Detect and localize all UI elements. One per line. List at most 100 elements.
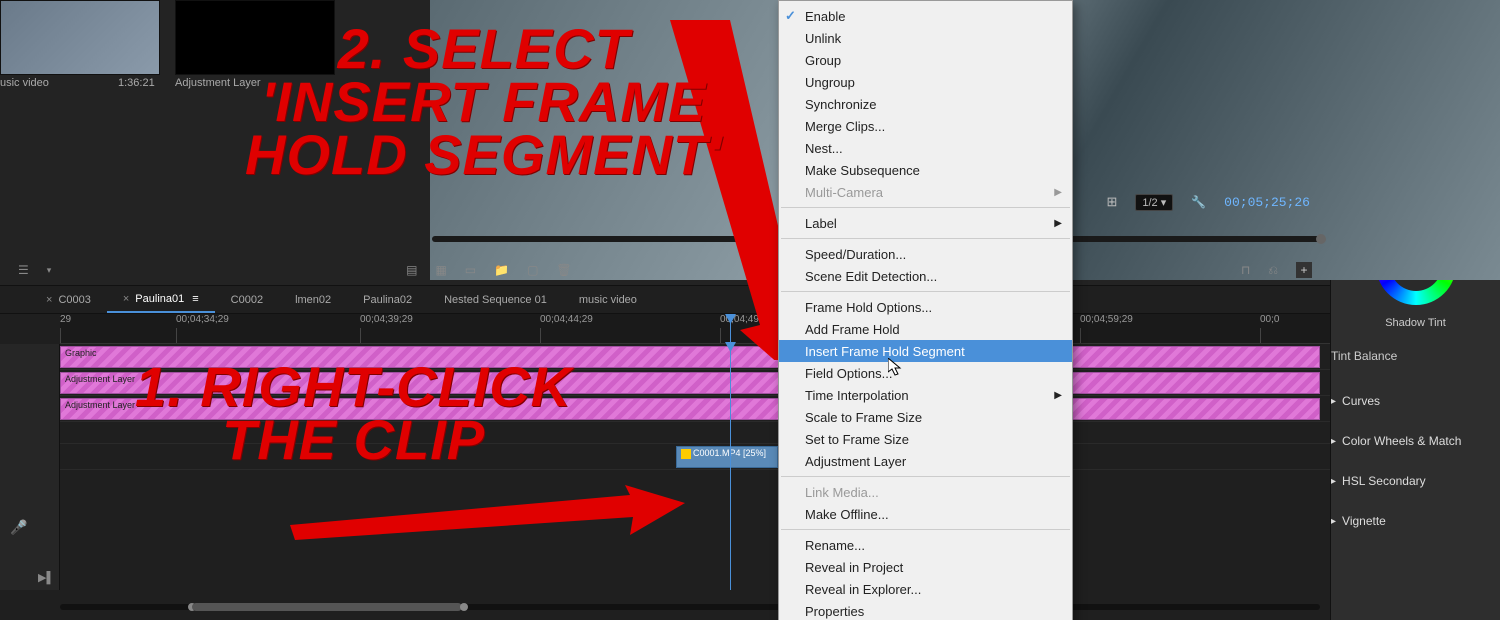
submenu-arrow-icon: ▶: [1054, 218, 1062, 229]
app-root: Intensity ▾Adjustments Faded Film Sharpe…: [0, 0, 1500, 620]
cwm-label: Color Wheels & Match: [1342, 434, 1461, 448]
tab-label: Paulina01: [135, 293, 184, 305]
shadow-tint-label: Shadow Tint: [1331, 317, 1500, 329]
tab-label: C0003: [58, 294, 90, 306]
menu-item-label: Multi-Camera: [805, 185, 883, 200]
trash-icon[interactable]: 🗑: [556, 263, 571, 277]
ruler-label: 00;04;59;29: [1080, 314, 1133, 325]
menu-item[interactable]: Make Subsequence: [779, 159, 1072, 181]
menu-item[interactable]: ✓Enable: [779, 5, 1072, 27]
menu-item-label: Label: [805, 216, 837, 231]
tab-label: music video: [579, 294, 637, 306]
menu-item[interactable]: Synchronize: [779, 93, 1072, 115]
playhead-line: [730, 342, 731, 590]
menu-item[interactable]: Unlink: [779, 27, 1072, 49]
fit-icon[interactable]: ⊞: [1106, 194, 1117, 210]
menu-item-label: Set to Frame Size: [805, 432, 909, 447]
bin-thumb-1-label: usic video: [0, 77, 49, 89]
monitor-scrubber-end[interactable]: [1316, 234, 1326, 244]
fx-badge-icon: [681, 449, 691, 459]
menu-item[interactable]: Frame Hold Options...: [779, 296, 1072, 318]
tab-close-icon[interactable]: ×: [123, 293, 129, 305]
menu-item[interactable]: Scene Edit Detection...: [779, 265, 1072, 287]
timeline-tab[interactable]: × C0003: [30, 286, 107, 313]
timeline-h-scrollbar[interactable]: [60, 604, 1320, 610]
menu-item[interactable]: Adjustment Layer: [779, 450, 1072, 472]
bin-thumb-1-duration: 1:36:21: [118, 77, 155, 89]
fx-caret-icon: ▸: [1331, 396, 1336, 407]
timeline-tab[interactable]: × Paulina01 ≡: [107, 286, 215, 313]
end-nav-icon[interactable]: ▶▌: [38, 571, 54, 584]
menu-item-label: Properties: [805, 604, 864, 619]
dropdown-icon[interactable]: ▾: [47, 265, 52, 276]
snap-icon[interactable]: ⊓: [1241, 263, 1250, 277]
zoom-select[interactable]: 1/2 ▾: [1135, 194, 1173, 211]
annotation-step-1: 1. RIGHT-CLICKTHE CLIP: [135, 360, 572, 466]
menu-item[interactable]: Scale to Frame Size: [779, 406, 1072, 428]
menu-item-label: Make Subsequence: [805, 163, 920, 178]
menu-item-label: Merge Clips...: [805, 119, 885, 134]
timeline-tab[interactable]: Paulina02: [347, 286, 428, 313]
add-icon[interactable]: +: [1296, 262, 1312, 278]
menu-separator: [781, 291, 1070, 292]
tab-menu-icon[interactable]: ≡: [192, 293, 198, 305]
menu-item[interactable]: Speed/Duration...: [779, 243, 1072, 265]
menu-item-label: Unlink: [805, 31, 841, 46]
wrench-icon[interactable]: 🔧: [1191, 195, 1206, 209]
vignette-label: Vignette: [1342, 514, 1386, 528]
ruler-label: 00;0: [1260, 314, 1279, 325]
menu-item[interactable]: Merge Clips...: [779, 115, 1072, 137]
menu-item[interactable]: Nest...: [779, 137, 1072, 159]
menu-item-label: Scale to Frame Size: [805, 410, 922, 425]
menu-item-label: Insert Frame Hold Segment: [805, 344, 965, 359]
mic-icon[interactable]: 🎤: [10, 519, 27, 536]
tab-label: Nested Sequence 01: [444, 294, 547, 306]
menu-item[interactable]: Group: [779, 49, 1072, 71]
menu-item[interactable]: Reveal in Explorer...: [779, 578, 1072, 600]
menu-item[interactable]: Make Offline...: [779, 503, 1072, 525]
menu-item-label: Synchronize: [805, 97, 877, 112]
tab-label: lmen02: [295, 294, 331, 306]
tint-balance-label: Tint Balance: [1331, 349, 1397, 363]
link-icon[interactable]: ⎌: [1268, 263, 1278, 278]
hsl-label: HSL Secondary: [1342, 474, 1426, 488]
menu-item-label: Enable: [805, 9, 845, 24]
menu-item[interactable]: Reveal in Project: [779, 556, 1072, 578]
track-audio-area[interactable]: [60, 470, 1330, 530]
menu-item[interactable]: Ungroup: [779, 71, 1072, 93]
new-item-icon[interactable]: ▢: [527, 263, 538, 277]
menu-item[interactable]: Time Interpolation▶: [779, 384, 1072, 406]
timeline-tab[interactable]: C0002: [215, 286, 279, 313]
menu-item[interactable]: Set to Frame Size: [779, 428, 1072, 450]
menu-item-label: Add Frame Hold: [805, 322, 900, 337]
program-timecode: 00;05;25;26: [1224, 195, 1310, 210]
menu-item[interactable]: Label ▶: [779, 212, 1072, 234]
context-menu[interactable]: ✓Enable Unlink GroupUngroup Synchronize Merg…: [778, 0, 1073, 620]
timeline-tab[interactable]: Nested Sequence 01: [428, 286, 563, 313]
freeform-view-icon[interactable]: ▭: [465, 263, 476, 277]
clip-video[interactable]: C0001.MP4 [25%]: [676, 446, 778, 468]
list-view-icon[interactable]: ▤: [406, 263, 417, 277]
cursor-icon: [888, 358, 904, 378]
menu-item[interactable]: Properties: [779, 600, 1072, 620]
timeline-tab[interactable]: lmen02: [279, 286, 347, 313]
arrow-step-1: [290, 485, 690, 545]
curves-label: Curves: [1342, 394, 1380, 408]
menu-item[interactable]: Add Frame Hold: [779, 318, 1072, 340]
menu-item[interactable]: Insert Frame Hold Segment: [779, 340, 1072, 362]
menu-item-label: Frame Hold Options...: [805, 300, 932, 315]
tab-label: C0002: [231, 294, 263, 306]
scroll-thumb[interactable]: [192, 603, 462, 611]
icon-view-icon[interactable]: ▦: [435, 263, 446, 277]
new-bin-icon[interactable]: 📁: [494, 263, 509, 277]
fx-caret-icon: ▸: [1331, 476, 1336, 487]
menu-item[interactable]: Rename...: [779, 534, 1072, 556]
ruler-label: 29: [60, 314, 71, 325]
tab-close-icon[interactable]: ×: [46, 294, 52, 306]
menu-icon[interactable]: ☰: [18, 263, 29, 277]
bin-thumb-1[interactable]: [0, 0, 160, 75]
scroll-end-handle[interactable]: [460, 603, 468, 611]
menu-item-label: Reveal in Project: [805, 560, 903, 575]
menu-separator: [781, 529, 1070, 530]
menu-item[interactable]: Field Options...: [779, 362, 1072, 384]
